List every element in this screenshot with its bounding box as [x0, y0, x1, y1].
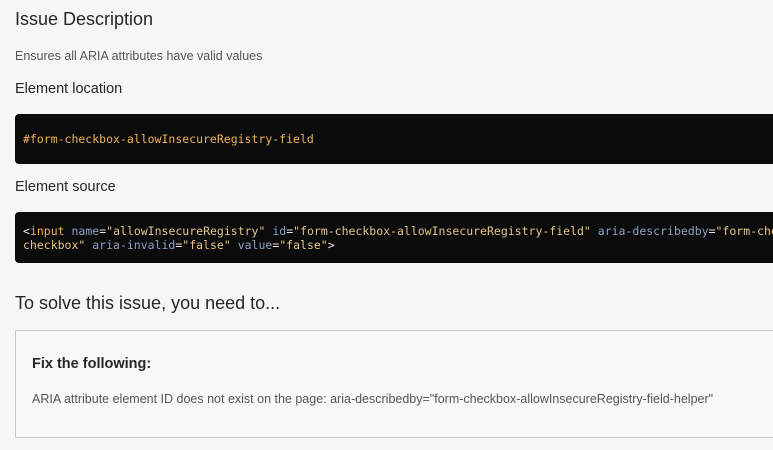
- element-source-code-block[interactable]: <input name="allowInsecureRegistry" id="…: [15, 212, 773, 263]
- code-token-str: "form-checkbox-allowInsecureRegistry-fie…: [715, 224, 773, 238]
- issue-details-panel: Issue Description Ensures all ARIA attri…: [0, 0, 773, 450]
- code-token-attr: aria-invalid: [92, 238, 176, 252]
- code-token-attr: value: [237, 238, 273, 252]
- element-location-code-block[interactable]: #form-checkbox-allowInsecureRegistry-fie…: [15, 114, 773, 164]
- code-token-punct: [231, 238, 238, 252]
- code-token-tag: input: [29, 224, 65, 238]
- code-token-str: "false": [279, 238, 328, 252]
- code-token-str: "allowInsecureRegistry": [106, 224, 266, 238]
- code-token-punct: [65, 224, 72, 238]
- element-source-line-2: checkbox" aria-invalid="false" value="fa…: [23, 238, 335, 252]
- element-source-heading: Element source: [15, 179, 116, 195]
- solve-issue-heading: To solve this issue, you need to...: [15, 293, 281, 313]
- code-token-attr: name: [71, 224, 100, 238]
- code-token-punct: <: [23, 224, 30, 238]
- code-token-attr: aria-describedby: [597, 224, 709, 238]
- fix-title: Fix the following:: [32, 356, 152, 372]
- element-source-line-1: <input name="allowInsecureRegistry" id="…: [23, 224, 773, 238]
- element-location-selector[interactable]: #form-checkbox-allowInsecureRegistry-fie…: [23, 132, 314, 146]
- issue-description-text: Ensures all ARIA attributes have valid v…: [15, 49, 263, 63]
- issue-description-heading: Issue Description: [15, 9, 154, 29]
- code-token-str: checkbox": [23, 238, 86, 252]
- code-token-str: "form-checkbox-allowInsecureRegistry-fie…: [293, 224, 591, 238]
- fix-message: ARIA attribute element ID does not exist…: [32, 392, 714, 406]
- code-token-punct: =: [708, 224, 716, 238]
- code-token-attr: id: [272, 224, 287, 238]
- fix-instructions-box: Fix the following: ARIA attribute elemen…: [15, 330, 773, 438]
- code-token-punct: [591, 224, 598, 238]
- code-token-str: "false": [182, 238, 231, 252]
- element-location-heading: Element location: [15, 81, 123, 97]
- code-token-punct: >: [327, 238, 335, 252]
